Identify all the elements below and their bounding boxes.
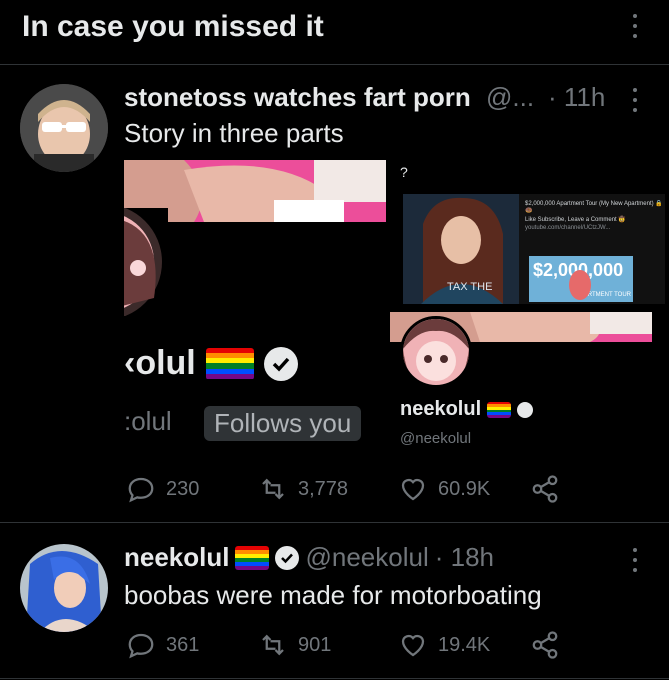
like-button[interactable]: 60.9K (398, 474, 490, 504)
avatar-neekolul-profile (400, 316, 472, 388)
pride-flag-icon (235, 545, 270, 570)
more-options-icon[interactable] (632, 548, 638, 572)
share-icon (532, 475, 558, 503)
profile-name: neekolul (400, 398, 482, 420)
pride-flag-icon (487, 401, 512, 418)
tweet-author-name[interactable]: stonetoss watches fart porn (124, 82, 471, 113)
profile-name-row: neekolul (400, 398, 534, 421)
verified-badge-icon (263, 346, 298, 381)
yt-title: $2,000,000 Apartment Tour (My New Apartm… (525, 201, 663, 214)
verified-badge-icon (275, 545, 300, 570)
share-icon (532, 631, 558, 659)
heart-icon (401, 478, 425, 501)
tweet-text: boobas were made for motorboating (124, 580, 542, 610)
section-title: In case you missed it (22, 10, 324, 43)
tweet-time[interactable]: · 18h (435, 542, 494, 573)
tweet-header: neekolul @neekolul · 18h (124, 542, 494, 573)
verified-badge-icon (517, 401, 534, 418)
tweet-handle[interactable]: @... (486, 82, 534, 113)
section-header: In case you missed it (0, 0, 669, 62)
avatar-neekolul[interactable] (20, 544, 108, 632)
follows-you-badge: Follows you (204, 406, 362, 441)
reply-button[interactable]: 230 (126, 474, 199, 504)
avatar-stonetoss[interactable] (20, 84, 108, 172)
like-count: 19.4K (438, 633, 491, 656)
question-mark: ? (400, 164, 408, 180)
crop-handle: :olul (124, 406, 172, 436)
share-button[interactable] (530, 630, 560, 660)
shirt-text: TAX THE (447, 281, 492, 293)
pride-flag-icon (205, 347, 254, 380)
heart-icon (401, 634, 425, 657)
reply-icon (128, 633, 154, 659)
tweet-handle[interactable]: @neekolul (305, 542, 428, 573)
divider (0, 678, 669, 679)
reply-count: 230 (166, 477, 200, 500)
retweet-icon (262, 634, 284, 656)
retweet-count: 3,778 (298, 477, 349, 500)
media-youtube-screenshot[interactable]: TAX THE $2,000,000 Apartment Tour (My Ne… (403, 194, 665, 304)
yt-line2: Like Subscribe, Leave a Comment 🤠 (525, 217, 626, 223)
retweet-count: 901 (298, 633, 332, 656)
crop-name-row: ‹olul (124, 344, 298, 383)
crop-display-name: ‹olul (124, 344, 196, 382)
more-options-icon[interactable] (632, 14, 638, 38)
yt-line3: youtube.com/channel/UCtzJW... (525, 225, 611, 231)
profile-handle: @neekolul (400, 430, 472, 447)
reply-button[interactable]: 361 (126, 630, 199, 660)
tweet-author-name[interactable]: neekolul (124, 542, 229, 573)
more-options-icon[interactable] (632, 88, 638, 112)
retweet-button[interactable]: 901 (258, 630, 331, 660)
retweet-button[interactable]: 3,778 (258, 474, 348, 504)
tweet-text: Story in three parts (124, 118, 344, 148)
reply-count: 361 (166, 633, 200, 656)
share-button[interactable] (530, 474, 560, 504)
divider (0, 522, 669, 523)
divider (0, 64, 669, 65)
reply-icon (128, 477, 154, 503)
like-button[interactable]: 19.4K (398, 630, 490, 660)
retweet-icon (262, 478, 284, 500)
media-crop-avatar (124, 208, 168, 316)
like-count: 60.9K (438, 477, 491, 500)
tweet-time[interactable]: · 11h (548, 82, 605, 113)
yt-thumbnail: $2,000,000 APARTMENT TOUR (529, 256, 633, 302)
